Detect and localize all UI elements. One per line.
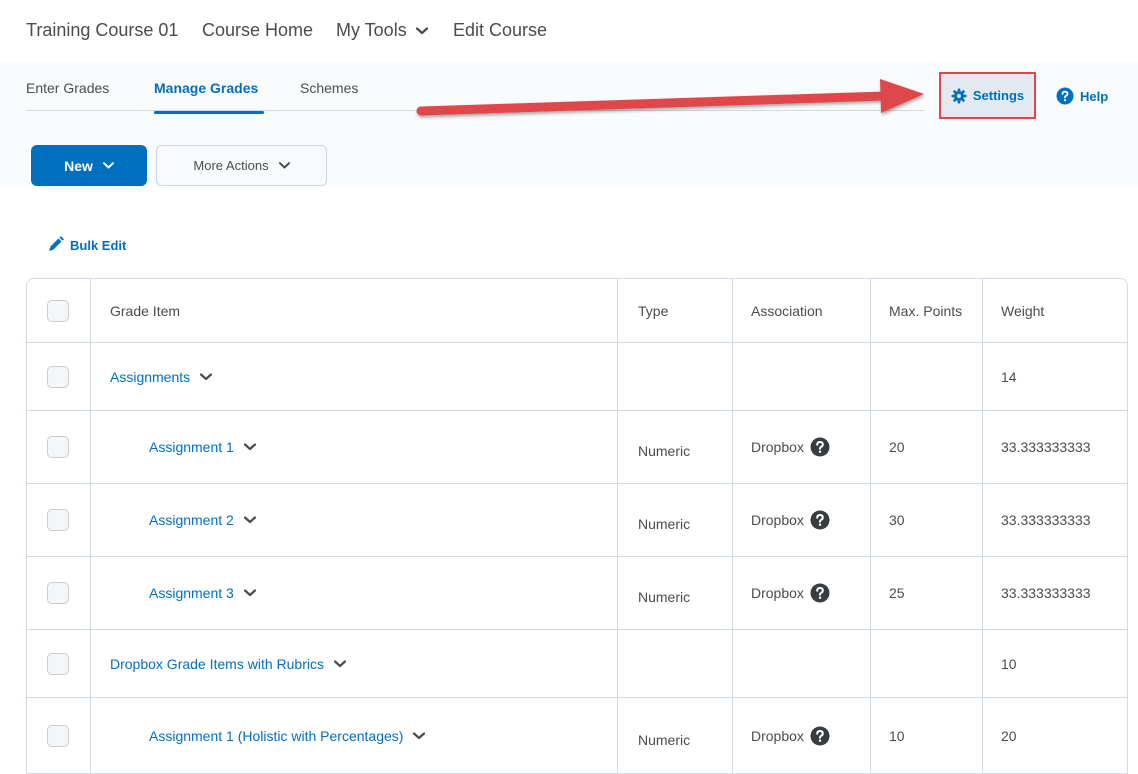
header-association[interactable]: Association xyxy=(751,279,823,342)
header-max-points[interactable]: Max. Points xyxy=(889,279,962,342)
question-circle-icon[interactable] xyxy=(810,583,830,603)
grade-item-name: Assignments xyxy=(110,368,191,385)
more-actions-button[interactable]: More Actions xyxy=(156,145,327,186)
table-row: Assignment 3 Numeric Dropbox 25 33.33333… xyxy=(27,557,1127,630)
association-cell: Dropbox xyxy=(751,484,830,556)
table-row: Assignment 2 Numeric Dropbox 30 33.33333… xyxy=(27,484,1127,557)
tab-schemes[interactable]: Schemes xyxy=(300,80,358,96)
association-cell: Dropbox xyxy=(751,698,830,773)
new-button[interactable]: New xyxy=(31,145,147,186)
weight-cell: 10 xyxy=(1001,655,1017,672)
row-checkbox[interactable] xyxy=(47,365,69,388)
grade-item-name: Assignment 1 (Holistic with Percentages) xyxy=(149,727,404,744)
grade-items-table: Grade Item Type Association Max. Points … xyxy=(26,278,1128,774)
row-checkbox[interactable] xyxy=(47,436,69,458)
weight-cell: 14 xyxy=(1001,368,1017,385)
settings-label: Settings xyxy=(972,88,1025,103)
row-checkbox[interactable] xyxy=(47,509,69,531)
question-circle-icon[interactable] xyxy=(810,726,830,746)
table-header-row: Grade Item Type Association Max. Points … xyxy=(27,279,1127,343)
row-checkbox[interactable] xyxy=(47,652,69,675)
grade-item-link[interactable]: Assignment 2 xyxy=(149,484,256,556)
header-weight[interactable]: Weight xyxy=(1001,279,1044,342)
help-button[interactable]: Help xyxy=(1056,84,1108,108)
chevron-down-icon xyxy=(415,27,428,35)
bulk-edit-link[interactable]: Bulk Edit xyxy=(46,236,126,254)
tab-manage-grades[interactable]: Manage Grades xyxy=(154,80,258,96)
grade-item-name: Assignment 1 xyxy=(149,439,234,455)
grade-item-link[interactable]: Assignment 3 xyxy=(149,557,256,629)
association-cell: Dropbox xyxy=(751,557,830,629)
row-checkbox[interactable] xyxy=(47,582,69,604)
weight-cell: 20 xyxy=(1001,727,1017,744)
table-row: Assignments 14 xyxy=(27,343,1127,411)
association-label: Dropbox xyxy=(751,727,804,744)
new-button-label: New xyxy=(64,157,93,174)
max-points-cell: 30 xyxy=(889,512,905,528)
weight-cell: 33.333333333 xyxy=(1001,512,1091,528)
table-row: Assignment 1 (Holistic with Percentages)… xyxy=(27,698,1127,774)
type-cell: Numeric xyxy=(638,443,691,459)
association-cell: Dropbox xyxy=(751,411,830,483)
active-tab-indicator xyxy=(154,111,264,114)
help-icon xyxy=(1056,87,1074,105)
table-row: Assignment 1 Numeric Dropbox 20 33.33333… xyxy=(27,411,1127,484)
table-row: Dropbox Grade Items with Rubrics 10 xyxy=(27,630,1127,698)
chevron-down-icon[interactable] xyxy=(243,516,256,524)
association-label: Dropbox xyxy=(751,439,804,455)
chevron-down-icon[interactable] xyxy=(243,589,256,597)
grade-item-link[interactable]: Dropbox Grade Items with Rubrics xyxy=(110,630,346,697)
select-all-cell xyxy=(47,279,69,342)
grade-item-link[interactable]: Assignments xyxy=(110,343,213,410)
grade-item-name: Assignment 2 xyxy=(149,512,234,528)
pencil-icon xyxy=(49,236,64,251)
chevron-down-icon[interactable] xyxy=(333,659,346,668)
grade-item-link[interactable]: Assignment 1 (Holistic with Percentages) xyxy=(149,698,426,773)
grade-item-name: Assignment 3 xyxy=(149,585,234,601)
max-points-cell: 20 xyxy=(889,439,905,455)
nav-course-home[interactable]: Course Home xyxy=(202,20,313,41)
bulk-edit-label: Bulk Edit xyxy=(70,237,127,253)
type-cell: Numeric xyxy=(638,589,691,605)
nav-my-tools-label: My Tools xyxy=(336,20,407,40)
type-cell: Numeric xyxy=(638,731,691,748)
nav-my-tools[interactable]: My Tools xyxy=(336,20,428,41)
max-points-cell: 10 xyxy=(889,727,905,744)
chevron-down-icon[interactable] xyxy=(243,443,256,451)
header-type[interactable]: Type xyxy=(638,279,668,342)
weight-cell: 33.333333333 xyxy=(1001,439,1091,455)
question-circle-icon[interactable] xyxy=(810,437,830,457)
max-points-cell: 25 xyxy=(889,585,905,601)
more-actions-label: More Actions xyxy=(193,158,269,173)
course-navbar: Training Course 01 Course Home My Tools … xyxy=(0,0,1138,62)
type-cell: Numeric xyxy=(638,516,691,532)
tab-enter-grades[interactable]: Enter Grades xyxy=(26,80,109,96)
header-grade-item[interactable]: Grade Item xyxy=(110,279,180,342)
select-all-checkbox[interactable] xyxy=(47,299,69,322)
settings-button[interactable]: Settings xyxy=(939,72,1036,119)
chevron-down-icon xyxy=(102,162,114,169)
weight-cell: 33.333333333 xyxy=(1001,585,1091,601)
association-label: Dropbox xyxy=(751,512,804,528)
nav-edit-course[interactable]: Edit Course xyxy=(453,20,547,41)
question-circle-icon[interactable] xyxy=(810,510,830,530)
association-label: Dropbox xyxy=(751,585,804,601)
help-label: Help xyxy=(1080,88,1109,104)
chevron-down-icon xyxy=(278,162,290,169)
row-checkbox[interactable] xyxy=(47,724,69,747)
chevron-down-icon[interactable] xyxy=(413,731,426,740)
grade-item-link[interactable]: Assignment 1 xyxy=(149,411,256,483)
chevron-down-icon[interactable] xyxy=(200,372,213,381)
gear-icon xyxy=(951,88,967,103)
nav-course-title[interactable]: Training Course 01 xyxy=(26,20,178,41)
grade-item-name: Dropbox Grade Items with Rubrics xyxy=(110,655,324,672)
